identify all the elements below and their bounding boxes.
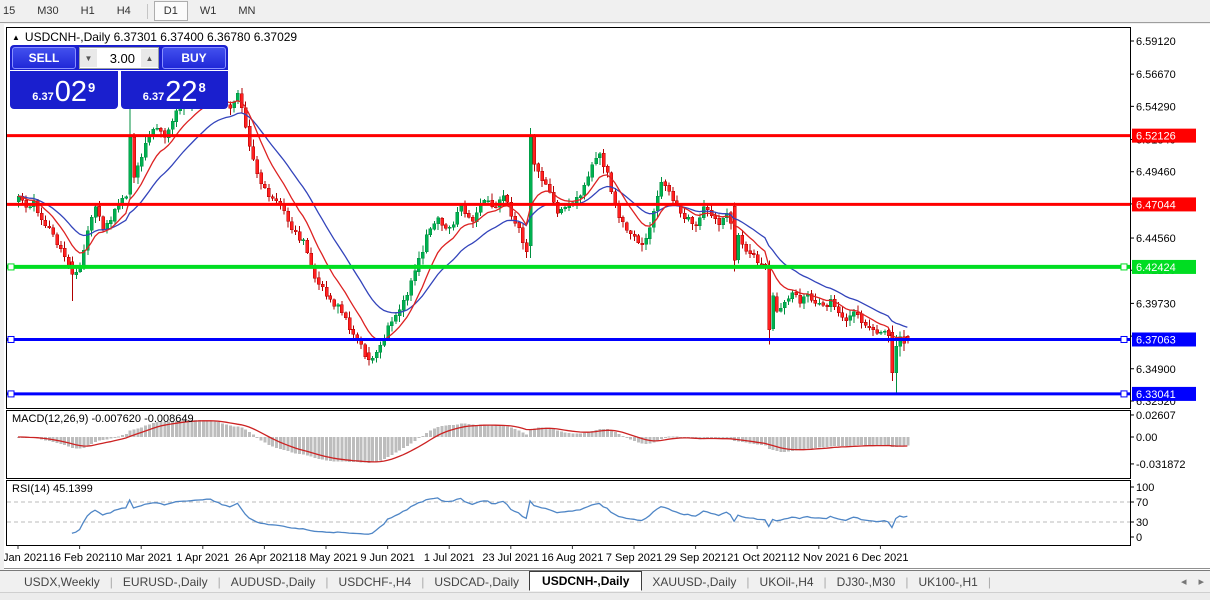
sell-price-big: 02	[55, 78, 87, 107]
svg-text:6.44560: 6.44560	[1136, 233, 1176, 245]
svg-text:29 Sep 2021: 29 Sep 2021	[664, 552, 726, 564]
collapse-panel-icon[interactable]: ▲	[12, 33, 20, 42]
svg-text:70: 70	[1136, 497, 1148, 509]
tab-uk100-h1[interactable]: UK100-,H1	[908, 573, 987, 591]
volume-increase-button[interactable]: ▲	[141, 49, 158, 67]
svg-text:0.02607: 0.02607	[1136, 410, 1176, 422]
buy-price-small: 6.37	[143, 91, 164, 103]
svg-text:6.39730: 6.39730	[1136, 298, 1176, 310]
svg-text:6.34900: 6.34900	[1136, 364, 1176, 376]
buy-price-big: 22	[165, 78, 197, 107]
timeframe-button-h1[interactable]: H1	[71, 1, 105, 21]
svg-text:6.49460: 6.49460	[1136, 167, 1176, 179]
svg-text:-0.031872: -0.031872	[1136, 459, 1186, 471]
tab-divider: |	[988, 575, 991, 589]
buy-price-button[interactable]: 6.37 22 8	[121, 71, 229, 109]
buy-price-sup: 8	[198, 80, 205, 95]
svg-text:6.59120: 6.59120	[1136, 36, 1176, 48]
svg-text:6.33041: 6.33041	[1136, 389, 1176, 401]
svg-text:23 Jul 2021: 23 Jul 2021	[482, 552, 539, 564]
hline-handle[interactable]	[8, 264, 14, 270]
svg-text:6.47044: 6.47044	[1136, 199, 1176, 211]
timeframe-button-d1[interactable]: D1	[154, 1, 188, 21]
timeframe-button-mn[interactable]: MN	[228, 1, 265, 21]
hline-handle[interactable]	[8, 336, 14, 342]
chart-title-text: USDCNH-,Daily 6.37301 6.37400 6.36780 6.…	[25, 30, 297, 44]
buy-button[interactable]: BUY	[162, 47, 226, 69]
tab-scroll-right-icon[interactable]: ▸	[1198, 575, 1204, 588]
chart-window: 6.591206.566706.542906.518406.494606.470…	[4, 24, 1210, 570]
svg-text:18 May 2021: 18 May 2021	[294, 552, 358, 564]
rsi-line	[72, 498, 907, 534]
tab-scroll-left-icon[interactable]: ◂	[1181, 575, 1187, 588]
ma-slow-line	[18, 113, 907, 327]
timeframe-toolbar: 15M30H1H4 D1W1MN	[0, 0, 1210, 23]
sell-price-sup: 9	[88, 80, 95, 95]
trade-panel-top-row: SELL ▼ 3.00 ▲ BUY	[10, 45, 228, 70]
sell-price-button[interactable]: 6.37 02 9	[10, 71, 118, 109]
tab-eurusd-daily[interactable]: EURUSD-,Daily	[113, 573, 218, 591]
svg-text:6.42424: 6.42424	[1136, 262, 1176, 274]
svg-text:6 Dec 2021: 6 Dec 2021	[852, 552, 908, 564]
hline-handle[interactable]	[1121, 336, 1127, 342]
tab-xauusd-daily[interactable]: XAUUSD-,Daily	[642, 573, 746, 591]
svg-text:0: 0	[1136, 532, 1142, 544]
trade-panel-price-row: 6.37 02 9 6.37 22 8	[10, 71, 228, 109]
tab-dj30-m30[interactable]: DJ30-,M30	[827, 573, 906, 591]
svg-text:16 Aug 2021: 16 Aug 2021	[542, 552, 604, 564]
volume-value[interactable]: 3.00	[97, 51, 141, 66]
sell-price-small: 6.37	[32, 91, 53, 103]
svg-text:1 Jul 2021: 1 Jul 2021	[424, 552, 475, 564]
hline-handle[interactable]	[8, 391, 14, 397]
timeframe-button-m30[interactable]: M30	[27, 1, 68, 21]
candlestick-series	[17, 84, 909, 395]
svg-text:16 Feb 2021: 16 Feb 2021	[49, 552, 111, 564]
chart-tab-bar: USDX,Weekly|EURUSD-,Daily|AUDUSD-,Daily|…	[0, 570, 1210, 592]
svg-text:12 Nov 2021: 12 Nov 2021	[788, 552, 850, 564]
svg-text:1 Apr 2021: 1 Apr 2021	[176, 552, 229, 564]
svg-text:6.52126: 6.52126	[1136, 131, 1176, 143]
svg-text:30: 30	[1136, 517, 1148, 529]
price-axis: 6.591206.566706.542906.518406.494606.470…	[1131, 36, 1186, 544]
tab-scroll-arrows: ◂ ▸	[1181, 575, 1204, 588]
timeframe-button-15[interactable]: 15	[0, 1, 25, 21]
one-click-trade-panel: SELL ▼ 3.00 ▲ BUY 6.37 02 9 6.37 22 8	[10, 45, 228, 109]
svg-text:26 Apr 2021: 26 Apr 2021	[235, 552, 294, 564]
tab-ukoil-h4[interactable]: UKOil-,H4	[750, 573, 824, 591]
tab-audusd-daily[interactable]: AUDUSD-,Daily	[221, 573, 326, 591]
sell-button[interactable]: SELL	[12, 47, 76, 69]
svg-text:10 Mar 2021: 10 Mar 2021	[110, 552, 172, 564]
chart-title: ▲ USDCNH-,Daily 6.37301 6.37400 6.36780 6…	[12, 30, 297, 44]
macd-indicator-label: MACD(12,26,9) -0.007620 -0.008649	[12, 413, 194, 425]
volume-decrease-button[interactable]: ▼	[80, 49, 97, 67]
svg-text:100: 100	[1136, 482, 1154, 494]
hline-handle[interactable]	[1121, 264, 1127, 270]
tab-usdx-weekly[interactable]: USDX,Weekly	[14, 573, 110, 591]
rsi-pane-frame	[7, 481, 1131, 546]
date-axis: 25 Jan 202116 Feb 202110 Mar 2021 1 Apr 2…	[4, 546, 909, 565]
svg-text:7 Sep 2021: 7 Sep 2021	[606, 552, 662, 564]
svg-text:21 Oct 2021: 21 Oct 2021	[727, 552, 787, 564]
mt4-terminal: { "toolbar": { "timeframes": [ {"label":…	[0, 0, 1210, 600]
timeframe-button-h4[interactable]: H4	[107, 1, 141, 21]
svg-text:0.00: 0.00	[1136, 432, 1157, 444]
rsi-indicator-label: RSI(14) 45.1399	[12, 483, 93, 495]
timeframe-button-w1[interactable]: W1	[190, 1, 227, 21]
hline-handle[interactable]	[1121, 391, 1127, 397]
toolbar-divider	[147, 4, 148, 19]
svg-text:9 Jun 2021: 9 Jun 2021	[360, 552, 414, 564]
tab-usdchf-h4[interactable]: USDCHF-,H4	[329, 573, 422, 591]
svg-text:6.54290: 6.54290	[1136, 101, 1176, 113]
svg-text:6.37063: 6.37063	[1136, 334, 1176, 346]
svg-text:25 Jan 2021: 25 Jan 2021	[4, 552, 48, 564]
status-bar	[0, 592, 1210, 600]
svg-text:6.56670: 6.56670	[1136, 69, 1176, 81]
tab-usdcnh-daily[interactable]: USDCNH-,Daily	[529, 571, 642, 591]
volume-stepper: ▼ 3.00 ▲	[79, 47, 159, 69]
tab-usdcad-daily[interactable]: USDCAD-,Daily	[424, 573, 529, 591]
